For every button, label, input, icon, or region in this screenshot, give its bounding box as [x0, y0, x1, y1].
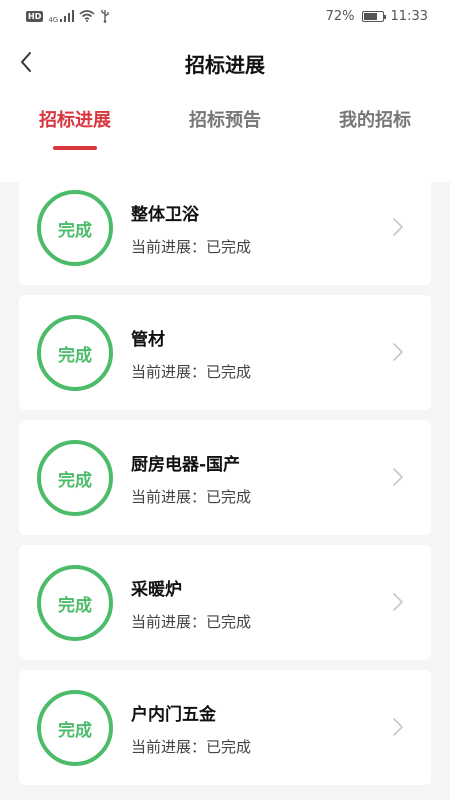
battery-icon: [361, 10, 386, 22]
list-item[interactable]: 完成 户内门五金 当前进展：已完成: [19, 670, 431, 785]
complete-status-ring: 完成: [37, 440, 113, 516]
item-title: 厨房电器-国产: [131, 455, 241, 475]
list-item[interactable]: 完成 厨房电器-国产 当前进展：已完成: [19, 420, 431, 535]
tab-bidding-progress[interactable]: 招标进展: [39, 106, 111, 132]
chevron-right-icon: [393, 718, 403, 736]
complete-status-ring: 完成: [37, 690, 113, 766]
clock-time: 11:33: [390, 8, 428, 24]
item-progress: 当前进展：已完成: [131, 238, 252, 256]
status-bar: HD 4G 72% 11:33: [0, 0, 450, 32]
usb-icon: [101, 10, 109, 23]
battery-percent: 72%: [325, 8, 355, 24]
chevron-right-icon: [393, 593, 403, 611]
list-item[interactable]: 完成 整体卫浴 当前进展：已完成: [19, 170, 431, 285]
hd-badge: HD: [26, 10, 44, 22]
tab-my-bids[interactable]: 我的招标: [339, 106, 411, 132]
complete-status-ring: 完成: [37, 315, 113, 391]
page-title: 招标进展: [185, 53, 265, 77]
active-tab-indicator: [53, 146, 97, 150]
signal-icon: [60, 10, 75, 22]
list-item[interactable]: 完成 采暖炉 当前进展：已完成: [19, 545, 431, 660]
item-title: 管材: [131, 330, 165, 350]
item-progress: 当前进展：已完成: [131, 363, 252, 381]
item-title: 采暖炉: [131, 580, 182, 600]
complete-status-ring: 完成: [37, 190, 113, 266]
nav-bar: 招标进展: [0, 32, 450, 92]
item-progress: 当前进展：已完成: [131, 488, 252, 506]
item-title: 整体卫浴: [131, 205, 199, 225]
battery-level-fill: [363, 12, 377, 20]
status-left: HD 4G: [26, 9, 110, 24]
chevron-right-icon: [393, 468, 403, 486]
chevron-right-icon: [393, 343, 403, 361]
list-item[interactable]: 完成 管材 当前进展：已完成: [19, 295, 431, 410]
chevron-right-icon: [393, 218, 403, 236]
wifi-icon: [79, 10, 95, 22]
status-right: 72% 11:33: [326, 9, 428, 24]
item-progress: 当前进展：已完成: [131, 738, 252, 756]
item-progress: 当前进展：已完成: [131, 613, 252, 631]
tab-bidding-preview[interactable]: 招标预告: [189, 106, 261, 132]
item-title: 户内门五金: [131, 705, 216, 725]
network-type-label: 4G: [48, 15, 59, 24]
complete-status-ring: 完成: [37, 565, 113, 641]
header: 招标进展 招标进展 招标预告 我的招标: [0, 32, 450, 182]
tab-bar: 招标进展 招标预告 我的招标: [0, 92, 450, 152]
